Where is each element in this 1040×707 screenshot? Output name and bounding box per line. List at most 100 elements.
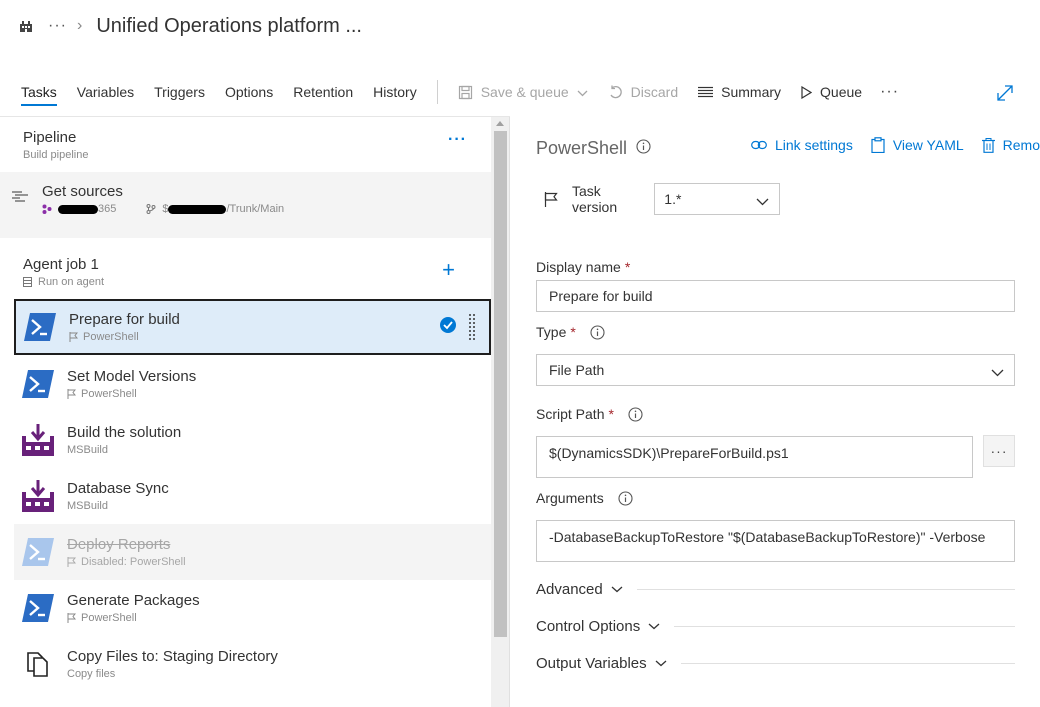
type-label: Type * [536,324,605,340]
control-options-section-title: Control Options [536,617,641,635]
get-sources-name: Get sources [42,183,123,200]
trash-icon [981,137,995,153]
chevron-down-icon [991,364,1004,380]
tab-variables[interactable]: Variables [67,76,144,108]
discard-button[interactable]: Discard [598,76,688,108]
type-label-text: Type [536,324,567,340]
branch-suffix: /Trunk/Main [226,203,285,215]
pipeline-node[interactable]: Pipeline Build pipeline ··· [0,117,491,172]
powershell-icon [22,592,54,624]
display-name-label-text: Display name [536,259,621,275]
task-sub-label: MSBuild [67,500,108,512]
tab-retention[interactable]: Retention [283,76,363,108]
section-divider [674,625,1015,627]
task-sub: PowerShell [67,612,200,624]
task-item-prepare-for-build[interactable]: Prepare for build PowerShell [14,299,491,355]
link-settings-button[interactable]: Link settings [751,137,853,153]
page-title[interactable]: Unified Operations platform ... [96,15,362,38]
chevron-down-icon [648,623,660,630]
link-settings-label: Link settings [775,137,853,153]
redacted-branch [168,204,227,214]
task-list-scrollbar[interactable] [491,117,510,707]
redacted-repo [58,204,98,214]
play-icon [801,85,813,99]
copy-files-icon [22,648,54,680]
view-yaml-button[interactable]: View YAML [871,137,964,153]
task-name: Prepare for build [69,311,180,328]
script-path-field[interactable]: $(DynamicsSDK)\PrepareForBuild.ps1 [536,436,973,478]
checkmark-icon [439,316,457,334]
breadcrumb-separator: › [76,17,83,34]
flag-icon [67,557,76,567]
display-name-label: Display name * [536,259,630,275]
advanced-section[interactable]: Advanced [536,578,1015,600]
task-item-set-model-versions[interactable]: Set Model Versions PowerShell [14,356,491,412]
control-options-section[interactable]: Control Options [536,615,1015,637]
output-variables-section[interactable]: Output Variables [536,652,1015,674]
get-sources-icon [12,190,28,209]
save-queue-button[interactable]: Save & queue [448,76,598,108]
info-icon[interactable] [618,490,633,506]
expand-icon[interactable] [996,84,1014,102]
pipeline-more-button[interactable]: ··· [448,131,467,149]
scrollbar-thumb[interactable] [494,131,507,637]
queue-button[interactable]: Queue [791,76,872,108]
info-icon[interactable] [628,406,643,422]
list-icon [698,86,714,98]
script-path-label-text: Script Path [536,406,605,422]
task-name: Copy Files to: Staging Directory [67,648,278,665]
branch-icon [146,204,156,214]
clipboard-icon [871,137,885,153]
tab-options[interactable]: Options [215,76,283,108]
info-icon[interactable] [590,324,605,340]
task-sub: PowerShell [69,331,180,343]
display-name-value: Prepare for build [549,288,653,304]
browse-button[interactable]: ··· [983,435,1015,467]
scroll-up-icon[interactable] [496,121,504,126]
info-icon[interactable] [636,138,651,159]
save-icon [458,85,473,100]
task-sub: MSBuild [67,444,181,456]
toolbar-divider [436,80,438,104]
task-item-generate-packages[interactable]: Generate Packages PowerShell [14,580,491,636]
type-select[interactable]: File Path [536,354,1015,386]
agent-job-node[interactable]: Agent job 1 Run on agent + [14,244,491,298]
tab-tasks[interactable]: Tasks [11,76,67,108]
task-sub: PowerShell [67,388,196,400]
add-task-button[interactable]: + [442,257,455,283]
remove-button[interactable]: Remo [981,137,1040,153]
chevron-down-icon [611,586,623,593]
task-item-build-the-solution[interactable]: Build the solution MSBuild [14,412,491,468]
drag-handle-icon[interactable] [469,314,475,340]
task-item-database-sync[interactable]: Database Sync MSBuild [14,468,491,524]
arguments-label-text: Arguments [536,490,604,506]
script-path-label: Script Path * [536,406,643,422]
agent-job-name: Agent job 1 [23,256,99,273]
arguments-field[interactable]: -DatabaseBackupToRestore "$(DatabaseBack… [536,520,1015,562]
get-sources-node[interactable]: Get sources 365 $ /Trunk/Main [0,172,491,238]
task-name: Deploy Reports [67,536,171,553]
task-detail-title: PowerShell [536,138,651,159]
flag-icon [67,613,76,623]
flag-icon [69,332,78,342]
task-sub: Copy files [67,668,278,680]
repo-icon [42,204,52,214]
breadcrumb: ··· › Unified Operations platform ... [18,10,362,42]
breadcrumb-more-button[interactable]: ··· [48,17,67,35]
tab-history[interactable]: History [363,76,427,108]
agent-job-sub: Run on agent [23,276,491,288]
view-yaml-label: View YAML [892,137,964,153]
tab-triggers[interactable]: Triggers [144,76,215,108]
link-icon [751,140,767,150]
msbuild-icon [22,424,54,456]
display-name-field[interactable]: Prepare for build [536,280,1015,312]
task-name: Build the solution [67,424,182,441]
summary-button[interactable]: Summary [688,76,791,108]
organization-icon[interactable] [18,18,34,34]
arguments-label: Arguments [536,490,633,506]
flag-icon [67,389,76,399]
task-item-deploy-reports[interactable]: Deploy Reports Disabled: PowerShell [14,524,491,580]
task-item-copy-files[interactable]: Copy Files to: Staging Directory Copy fi… [14,636,491,692]
toolbar-more-button[interactable]: ··· [872,83,907,101]
task-version-select[interactable]: 1.* [654,183,780,215]
